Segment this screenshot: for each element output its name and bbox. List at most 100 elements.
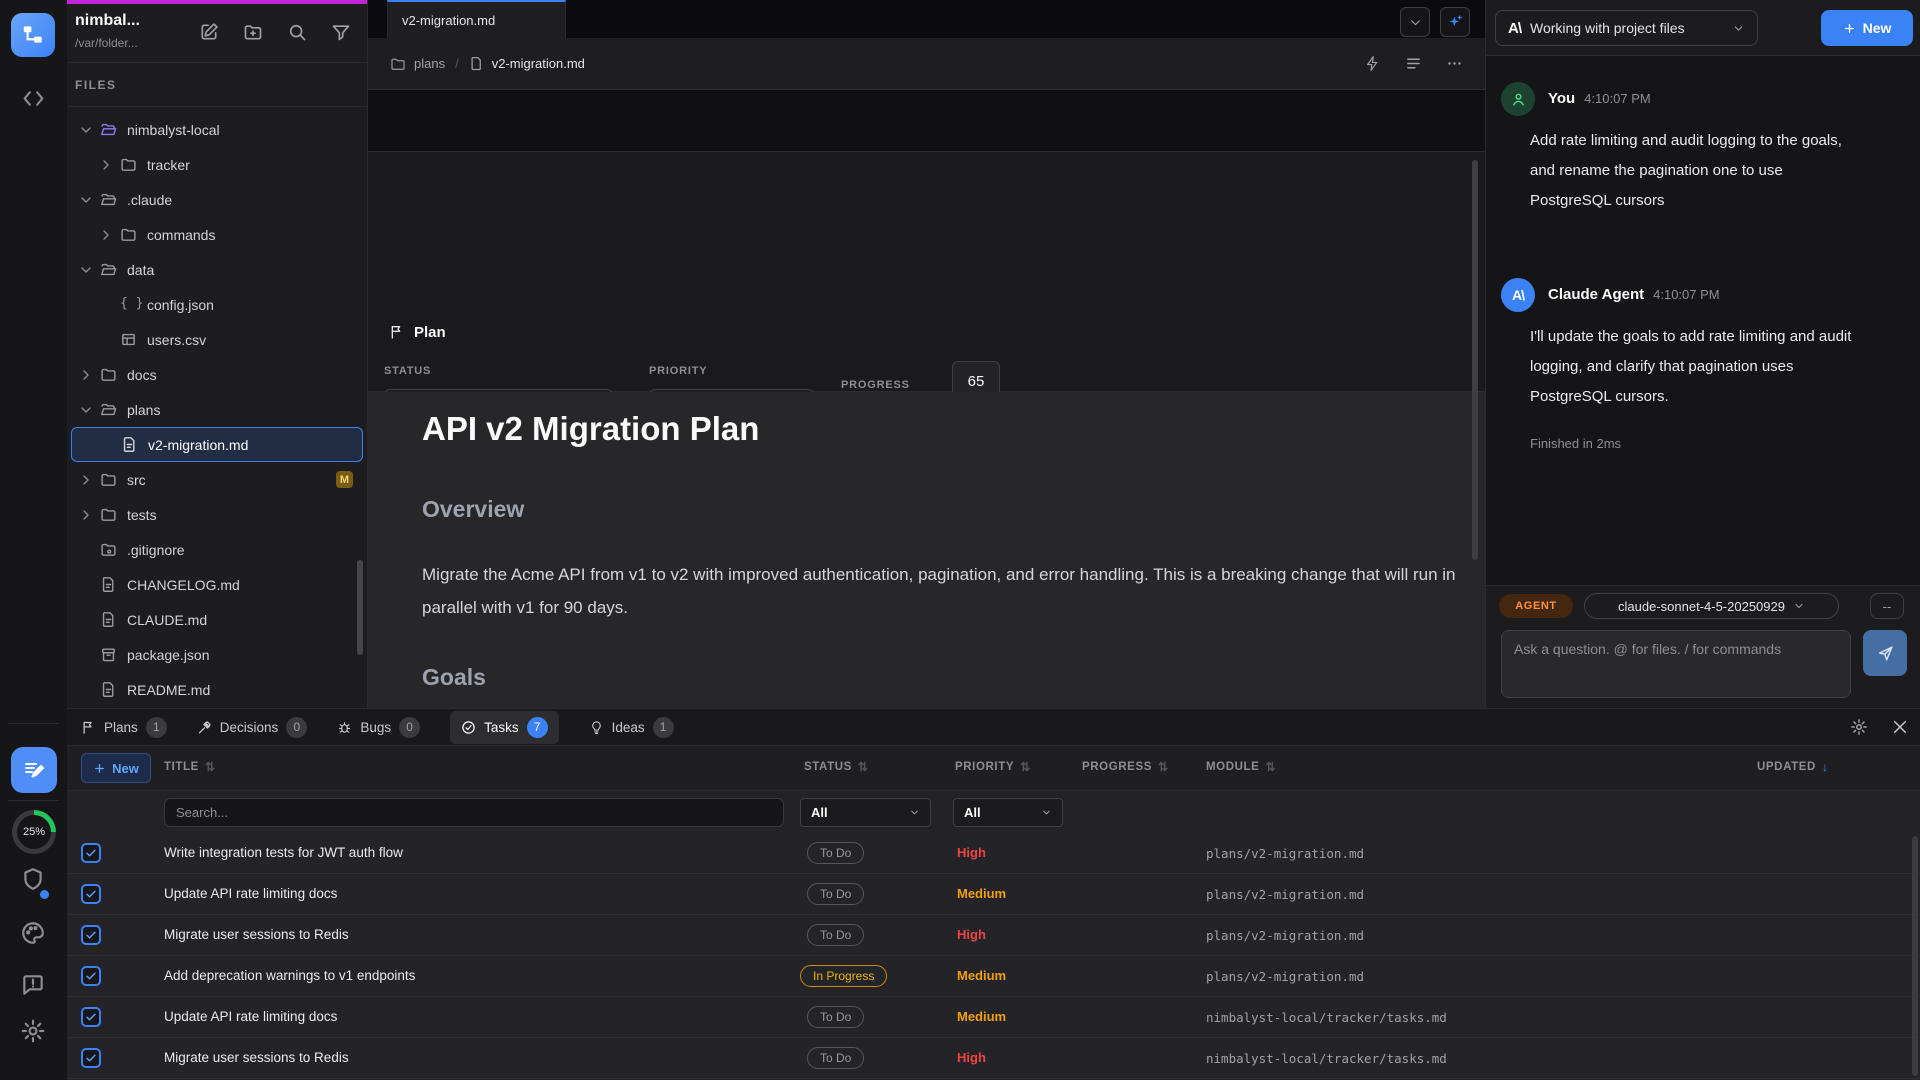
tracker-scrollbar[interactable] [1912,836,1918,1076]
app-logo-icon[interactable] [11,13,55,57]
send-button[interactable] [1863,630,1907,676]
tree-item-file[interactable]: README.md [67,672,367,707]
column-progress[interactable]: PROGRESS⇅ [1082,760,1169,774]
chevron-down-icon [909,807,920,818]
tree-item-file[interactable]: CHANGELOG.md [67,567,367,602]
tree-item-file[interactable]: users.csv [67,322,367,357]
agent-prompt-input[interactable] [1501,630,1851,698]
session-selector-button[interactable]: A\ Working with project files [1495,10,1758,46]
filter-icon[interactable] [331,22,351,42]
message-header: Claude Agent4:10:07 PM [1548,286,1720,304]
tree-item-folder[interactable]: src M [67,462,367,497]
plan-heading: Plan [414,324,446,341]
module-path: plans/v2-migration.md [1206,969,1364,984]
table-row[interactable]: Add deprecation warnings to v1 endpoints… [67,956,1920,997]
more-options-icon[interactable] [1446,55,1463,72]
module-path: plans/v2-migration.md [1206,846,1364,861]
shield-icon[interactable] [20,866,46,892]
claude-avatar: A\ [1501,278,1535,312]
tab-ideas[interactable]: Ideas 1 [589,717,674,738]
table-row[interactable]: Migrate user sessions to Redis To Do Hig… [67,915,1920,956]
column-module[interactable]: MODULE⇅ [1206,760,1276,774]
model-selector[interactable]: claude-sonnet-4-5-20250929 [1584,593,1839,619]
claude-message-text: I'll update the goals to add rate limiti… [1530,322,1875,412]
module-path: plans/v2-migration.md [1206,928,1364,943]
tab-plans[interactable]: Plans 1 [81,717,167,738]
notes-tool-button[interactable] [11,747,57,793]
new-task-button[interactable]: New [81,753,151,783]
tab-bugs[interactable]: Bugs 0 [337,717,420,738]
new-chat-button[interactable]: New [1821,10,1913,46]
agent-chat-panel: A\ Working with project files New You4:1… [1485,0,1920,710]
user-message-text: Add rate limiting and audit logging to t… [1530,126,1855,216]
row-checkbox-checked[interactable] [81,925,101,945]
tracker-close-icon[interactable] [1891,718,1909,736]
search-icon[interactable] [287,22,307,42]
explorer-toolbar [199,22,351,42]
sparkle-icon [1447,14,1463,30]
outline-list-icon[interactable] [1405,55,1422,72]
tree-item-folder[interactable]: nimbalyst-local [67,112,367,147]
app-window: 25% nimbal... /var/folder... [0,0,1920,1080]
tab-tasks[interactable]: Tasks 7 [450,711,559,744]
tree-item-folder[interactable]: tracker [67,147,367,182]
tree-item-folder[interactable]: tests [67,497,367,532]
column-updated-sorted[interactable]: UPDATED↓ [1757,760,1829,774]
package-file-icon [100,646,117,663]
row-checkbox-checked[interactable] [81,884,101,904]
tab-v2-migration[interactable]: v2-migration.md [387,0,566,38]
tree-item-file[interactable]: { } config.json [67,287,367,322]
row-checkbox-checked[interactable] [81,843,101,863]
editor-scrollbar[interactable] [1472,160,1478,560]
tree-item-folder[interactable]: commands [67,217,367,252]
settings-gear-icon[interactable] [20,1018,46,1044]
sidebar-scrollbar[interactable] [357,560,363,655]
zap-icon[interactable] [1364,55,1381,72]
tab-decisions[interactable]: Decisions 0 [197,717,308,738]
json-file-icon: { } [120,296,137,313]
priority-filter-select[interactable]: All [953,798,1063,827]
tree-item-folder[interactable]: data [67,252,367,287]
status-filter-select[interactable]: All [800,798,931,827]
breadcrumb-folder[interactable]: plans [414,56,445,71]
table-row[interactable]: Update API rate limiting docs To Do Medi… [67,997,1920,1038]
row-checkbox-checked[interactable] [81,1007,101,1027]
git-file-icon [100,541,117,558]
code-view-icon[interactable] [21,86,46,111]
new-ai-tab-button[interactable] [1440,7,1470,37]
tree-item-folder[interactable]: .claude [67,182,367,217]
progress-ring[interactable]: 25% [12,810,56,854]
column-status[interactable]: STATUS⇅ [804,760,869,774]
new-file-icon[interactable] [199,22,219,42]
agent-more-button[interactable]: -- [1870,593,1904,619]
column-priority[interactable]: PRIORITY⇅ [955,760,1031,774]
breadcrumb-file[interactable]: v2-migration.md [492,56,585,71]
row-checkbox-checked[interactable] [81,966,101,986]
task-search-input[interactable] [164,798,784,827]
table-row[interactable]: Migrate user sessions to Redis To Do Hig… [67,1038,1920,1079]
gavel-icon [197,720,212,735]
status-badge: In Progress [800,965,887,987]
tracker-tabs: Plans 1 Decisions 0 Bugs 0 Tasks 7 Ideas [67,709,1920,746]
tab-list-dropdown-button[interactable] [1400,7,1430,37]
plus-icon [1843,22,1856,35]
markdown-file-icon [121,436,138,453]
task-table-body: Write integration tests for JWT auth flo… [67,833,1920,1079]
agent-input-bar: AGENT claude-sonnet-4-5-20250929 -- [1486,585,1920,710]
tree-item-folder[interactable]: docs [67,357,367,392]
row-checkbox-checked[interactable] [81,1048,101,1068]
feedback-message-icon[interactable] [20,972,46,998]
tree-item-folder[interactable]: plans [67,392,367,427]
table-row[interactable]: Update API rate limiting docs To Do Medi… [67,874,1920,915]
tracker-settings-icon[interactable] [1850,718,1868,736]
markdown-file-icon [100,681,117,698]
new-folder-icon[interactable] [243,22,263,42]
table-row[interactable]: Write integration tests for JWT auth flo… [67,833,1920,874]
tree-item-file[interactable]: .gitignore [67,532,367,567]
palette-icon[interactable] [20,920,46,946]
column-title[interactable]: TITLE⇅ [164,760,216,774]
tree-item-file[interactable]: CLAUDE.md [67,602,367,637]
check-circle-icon [461,720,476,735]
tree-item-file[interactable]: package.json [67,637,367,672]
tree-item-file-selected[interactable]: v2-migration.md [71,427,363,462]
